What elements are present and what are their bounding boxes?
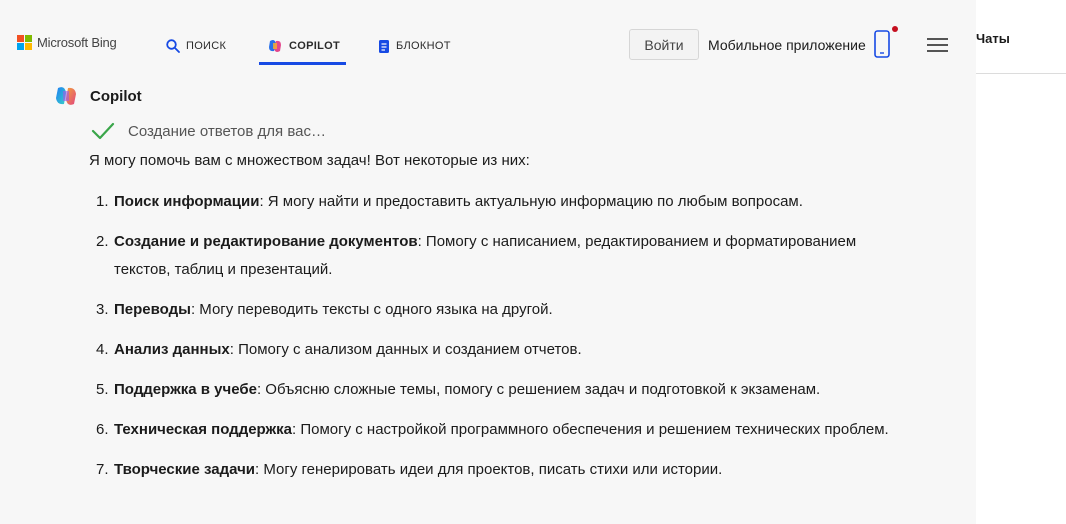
search-icon [166, 39, 180, 53]
list-item-title: Поиск информации [114, 193, 260, 210]
status-text: Создание ответов для вас… [128, 122, 326, 140]
chats-panel: Чаты [976, 0, 1066, 524]
list-item: 3. Переводы: Могу переводить тексты с од… [96, 296, 896, 324]
list-item-number: 4. [96, 341, 109, 358]
tab-copilot-label: COPILOT [289, 40, 340, 52]
chats-divider [976, 73, 1066, 74]
tab-copilot[interactable]: COPILOT [267, 28, 340, 64]
list-item-text: : Помогу с анализом данных и созданием о… [229, 341, 582, 358]
tab-notebook[interactable]: БЛОКНОТ [378, 28, 451, 64]
list-item-number: 7. [96, 461, 109, 478]
list-item-title: Анализ данных [114, 341, 230, 358]
chat-content: Copilot Создание ответов для вас… Я могу… [0, 72, 976, 524]
notebook-icon [379, 39, 389, 53]
list-item-number: 1. [96, 193, 109, 210]
list-item-number: 5. [96, 381, 109, 398]
menu-icon[interactable] [927, 38, 948, 52]
message-author: Copilot [54, 84, 142, 108]
list-item-text: : Могу переводить тексты с одного языка … [190, 301, 553, 318]
list-item: 7. Творческие задачи: Могу генерировать … [96, 456, 896, 484]
active-tab-indicator [259, 62, 346, 65]
tab-search[interactable]: ПОИСК [166, 28, 226, 64]
list-item: 2. Создание и редактирование документов:… [96, 228, 896, 284]
logo-text: Microsoft Bing [37, 35, 117, 50]
list-item-title: Творческие задачи [114, 461, 256, 478]
list-item: 4. Анализ данных: Помогу с анализом данн… [96, 336, 896, 364]
list-item-title: Переводы [114, 301, 191, 318]
list-item-text: : Помогу с настройкой программного обесп… [292, 421, 889, 438]
capabilities-list: 1. Поиск информации: Я могу найти и пред… [96, 188, 896, 496]
phone-icon[interactable] [874, 30, 890, 58]
list-item: 1. Поиск информации: Я могу найти и пред… [96, 188, 896, 216]
list-item-text: : Объясню сложные темы, помогу с решение… [256, 381, 821, 398]
mobile-app-link[interactable]: Мобильное приложение [708, 37, 866, 53]
notification-dot [892, 26, 898, 32]
list-item-title: Создание и редактирование документов [114, 233, 418, 250]
login-button[interactable]: Войти [629, 29, 699, 60]
chats-title: Чаты [976, 31, 1010, 46]
author-name: Copilot [90, 87, 142, 105]
checkmark-icon [91, 122, 115, 140]
list-item-title: Поддержка в учебе [114, 381, 257, 398]
bing-logo[interactable]: Microsoft Bing [17, 35, 117, 50]
list-item-number: 6. [96, 421, 109, 438]
list-item-number: 3. [96, 301, 109, 318]
microsoft-logo-icon [17, 35, 32, 50]
copilot-avatar-icon [56, 87, 76, 105]
list-item: 6. Техническая поддержка: Помогу с настр… [96, 416, 896, 444]
list-item-text: : Могу генерировать идеи для проектов, п… [255, 461, 723, 478]
copilot-icon [269, 40, 281, 52]
list-item-title: Техническая поддержка [114, 421, 293, 438]
list-item-text: : Я могу найти и предоставить актуальную… [259, 193, 803, 210]
intro-text: Я могу помочь вам с множеством задач! Во… [89, 152, 530, 169]
top-bar: Microsoft Bing ПОИСК COPILOT БЛОКНОТ Вой… [0, 0, 976, 72]
generation-status: Создание ответов для вас… [91, 122, 326, 140]
tab-search-label: ПОИСК [186, 40, 227, 52]
tab-notebook-label: БЛОКНОТ [396, 40, 451, 52]
list-item-number: 2. [96, 233, 109, 250]
list-item: 5. Поддержка в учебе: Объясню сложные те… [96, 376, 896, 404]
